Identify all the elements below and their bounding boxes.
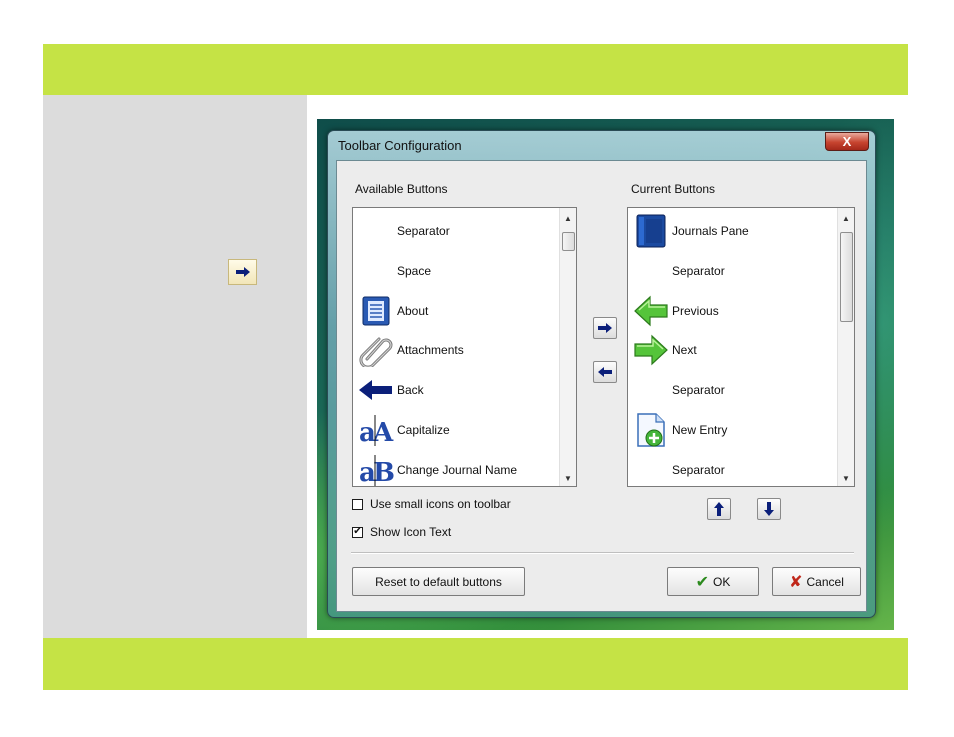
desktop-background: Toolbar Configuration X Available Button… — [317, 119, 894, 630]
up-arrow-icon — [714, 502, 724, 516]
blank-icon-slot — [357, 212, 395, 250]
list-item[interactable]: a B Change Journal Name — [357, 450, 518, 487]
small-icons-checkbox[interactable] — [352, 498, 363, 510]
available-buttons-list[interactable]: Separator Space About Attachments Back a A Capi… — [352, 207, 577, 487]
capitalize-icon: aA — [357, 411, 395, 449]
svg-text:B: B — [373, 458, 394, 487]
blank-icon-slot — [632, 252, 670, 290]
list-item[interactable]: Attachments — [357, 330, 464, 370]
list-item[interactable]: Next — [632, 330, 697, 370]
blank-icon-slot — [632, 371, 670, 409]
move-down-button[interactable] — [757, 498, 781, 520]
list-item-label: Separator — [672, 462, 725, 477]
checkmark-icon: ✔ — [695, 573, 710, 591]
down-arrow-icon — [764, 502, 774, 516]
list-item-label: Separator — [397, 224, 450, 238]
list-item[interactable]: New Entry — [632, 410, 727, 450]
top-banner — [43, 44, 908, 95]
show-icon-text-checkbox[interactable]: ✔ — [352, 526, 363, 538]
current-buttons-list[interactable]: Journals Pane Separator Previous Next Separa… — [627, 207, 855, 487]
add-button[interactable] — [593, 317, 617, 339]
ok-label: OK — [713, 574, 731, 589]
move-right-button-preview[interactable] — [228, 259, 257, 285]
new-entry-icon — [632, 411, 670, 449]
paperclip-icon — [357, 331, 395, 369]
scroll-thumb[interactable] — [562, 232, 575, 251]
dialog-title: Toolbar Configuration — [338, 138, 462, 153]
scroll-down-arrow-icon[interactable]: ▼ — [560, 470, 576, 486]
right-arrow-icon — [598, 323, 612, 333]
small-icons-option[interactable]: Use small icons on toolbar — [352, 497, 511, 511]
list-item-label: Capitalize — [397, 423, 450, 437]
list-item[interactable]: Back — [357, 370, 424, 410]
list-item-label: Journals Pane — [672, 224, 749, 238]
dialog-client-area: Available Buttons Current Buttons Separa… — [336, 160, 867, 612]
scroll-up-arrow-icon[interactable]: ▲ — [560, 210, 576, 226]
close-button[interactable]: X — [825, 132, 869, 151]
back-arrow-icon — [357, 371, 395, 409]
left-arrow-icon — [598, 367, 612, 377]
show-icon-text-option[interactable]: ✔ Show Icon Text — [352, 525, 451, 539]
current-buttons-label: Current Buttons — [631, 182, 716, 196]
side-panel — [43, 95, 307, 638]
close-icon: X — [842, 134, 852, 149]
show-icon-text-label: Show Icon Text — [370, 525, 452, 539]
journal-book-icon — [632, 212, 670, 250]
toolbar-configuration-dialog: Toolbar Configuration X Available Button… — [327, 130, 876, 618]
list-item-label: Back — [397, 383, 424, 398]
list-item[interactable]: a A Capitalize — [357, 410, 450, 450]
small-icons-label: Use small icons on toolbar — [370, 497, 511, 511]
list-item[interactable]: Separator — [632, 251, 725, 291]
list-item-label: Next — [672, 343, 697, 358]
list-item-label: Space — [397, 263, 432, 278]
blank-icon-slot — [357, 252, 395, 290]
cancel-x-icon: ✘ — [789, 573, 803, 591]
list-item-label: Separator — [672, 263, 725, 278]
cancel-button[interactable]: ✘ Cancel — [772, 567, 861, 596]
remove-button[interactable] — [593, 361, 617, 383]
about-icon — [357, 292, 395, 330]
divider — [351, 552, 854, 554]
list-item-label: Previous — [672, 303, 719, 318]
previous-arrow-icon — [632, 292, 670, 330]
move-up-button[interactable] — [707, 498, 731, 520]
list-item-label: Change Journal Name — [397, 462, 518, 477]
next-arrow-icon — [632, 331, 670, 369]
list-item-label: Attachments — [397, 343, 464, 358]
reset-default-label: Reset to default buttons — [375, 574, 502, 589]
list-item[interactable]: Separator — [357, 211, 450, 251]
scroll-thumb[interactable] — [840, 232, 853, 322]
scroll-up-arrow-icon[interactable]: ▲ — [838, 210, 854, 226]
list-item-label: Separator — [672, 383, 725, 398]
list-item-label: About — [397, 303, 429, 318]
current-list-scrollbar[interactable]: ▲ ▼ — [837, 208, 854, 486]
available-list-scrollbar[interactable]: ▲ ▼ — [559, 208, 576, 486]
list-item[interactable]: Separator — [632, 450, 725, 486]
cancel-label: Cancel — [806, 574, 844, 589]
reset-default-button[interactable]: Reset to default buttons — [352, 567, 525, 596]
bottom-banner — [43, 638, 908, 690]
change-name-icon: aB — [357, 451, 395, 487]
list-item[interactable]: Journals Pane — [632, 211, 749, 251]
list-item[interactable]: Separator — [632, 370, 725, 410]
list-item[interactable]: Previous — [632, 291, 719, 331]
list-item-label: New Entry — [672, 423, 728, 437]
list-item[interactable]: About — [357, 291, 428, 331]
blank-icon-slot — [632, 451, 670, 486]
scroll-down-arrow-icon[interactable]: ▼ — [838, 470, 854, 486]
right-arrow-icon — [235, 267, 250, 277]
ok-button[interactable]: ✔ OK — [667, 567, 759, 596]
list-item[interactable]: Space — [357, 251, 431, 291]
available-buttons-label: Available Buttons — [355, 182, 448, 196]
